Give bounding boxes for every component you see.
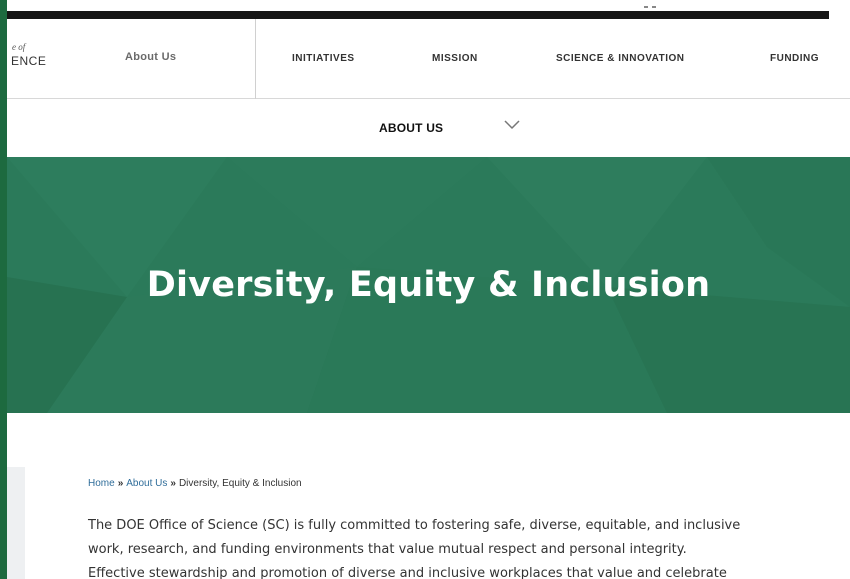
left-gutter-shade bbox=[7, 467, 25, 579]
content-card: Home» About Us» Diversity, Equity & Inclus… bbox=[25, 413, 850, 579]
top-utility-bar bbox=[7, 0, 850, 19]
browser-viewport: e of ENCE About Us INITIATIVES MISSION S… bbox=[7, 0, 850, 579]
main-navigation: e of ENCE About Us INITIATIVES MISSION S… bbox=[7, 19, 850, 99]
breadcrumb-about-link[interactable]: About Us bbox=[126, 478, 167, 489]
breadcrumb-current: Diversity, Equity & Inclusion bbox=[178, 478, 302, 489]
nav-about-us-link[interactable]: About Us bbox=[125, 51, 176, 63]
hero-banner: Diversity, Equity & Inclusion bbox=[7, 157, 850, 413]
breadcrumb-separator: » bbox=[170, 478, 176, 489]
chevron-down-icon[interactable] bbox=[503, 118, 521, 130]
page-title: Diversity, Equity & Inclusion bbox=[146, 265, 711, 305]
intro-line: The DOE Office of Science (SC) is fully … bbox=[88, 518, 741, 533]
office-of-science-logo[interactable]: e of ENCE bbox=[7, 42, 67, 72]
intro-line: Effective stewardship and promotion of d… bbox=[88, 566, 727, 579]
breadcrumb-home-link[interactable]: Home bbox=[88, 478, 115, 489]
intro-paragraph: The DOE Office of Science (SC) is fully … bbox=[88, 514, 848, 579]
section-subnav[interactable]: ABOUT US bbox=[7, 100, 850, 157]
logo-line-2: ENCE bbox=[11, 54, 47, 68]
nav-link-funding[interactable]: FUNDING bbox=[770, 53, 819, 64]
utility-mark bbox=[652, 6, 656, 8]
logo-line-1: e of bbox=[12, 42, 26, 52]
nav-divider bbox=[255, 19, 256, 99]
breadcrumb: Home» About Us» Diversity, Equity & Inclus… bbox=[88, 478, 302, 489]
subnav-label[interactable]: ABOUT US bbox=[379, 121, 443, 135]
intro-line: work, research, and funding environments… bbox=[88, 542, 687, 557]
nav-link-mission[interactable]: MISSION bbox=[432, 53, 478, 64]
utility-mark bbox=[644, 6, 648, 8]
breadcrumb-separator: » bbox=[117, 478, 124, 489]
top-dark-strip bbox=[7, 11, 829, 19]
nav-link-science-innovation[interactable]: SCIENCE & INNOVATION bbox=[556, 53, 685, 64]
nav-link-initiatives[interactable]: INITIATIVES bbox=[292, 53, 355, 64]
